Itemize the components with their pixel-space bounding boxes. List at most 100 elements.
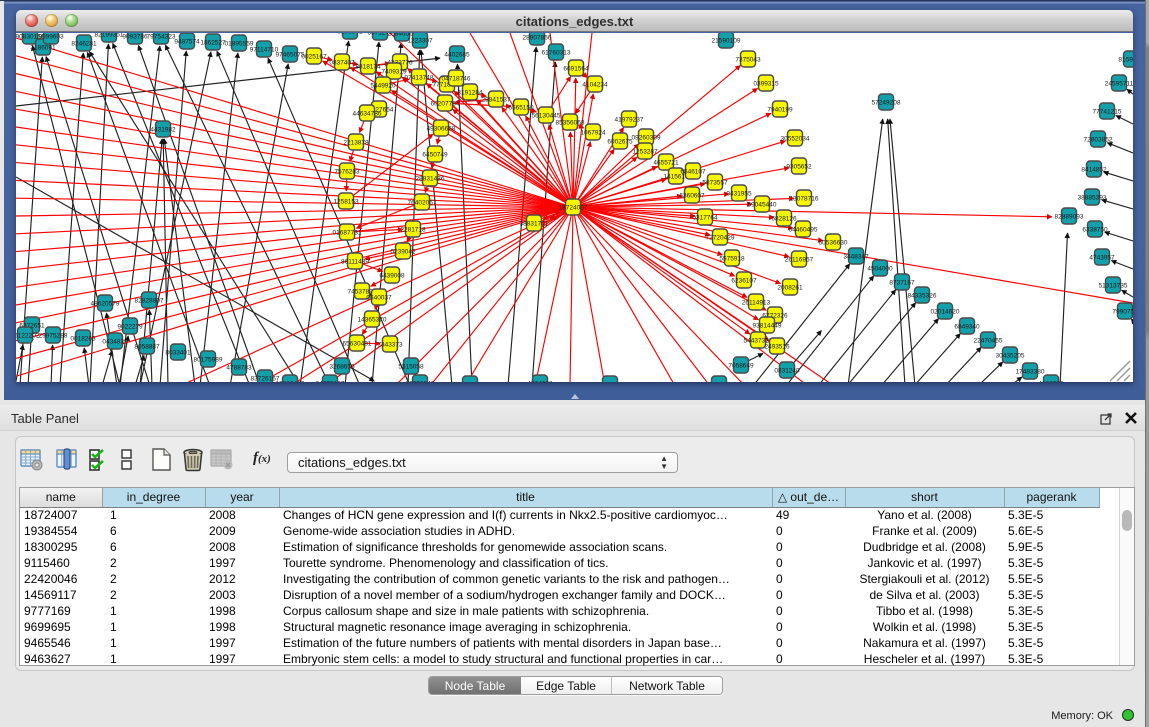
svg-text:72720429: 72720429 (706, 235, 735, 242)
svg-text:82199351: 82199351 (95, 33, 124, 39)
svg-text:21590109: 21590109 (712, 38, 741, 45)
svg-text:51402614: 51402614 (596, 382, 625, 383)
svg-text:0317764: 0317764 (692, 215, 718, 222)
svg-text:0837407: 0837407 (329, 60, 355, 67)
svg-text:38831701: 38831701 (520, 221, 549, 228)
svg-text:77741215: 77741215 (1093, 109, 1122, 116)
svg-text:29841537: 29841537 (482, 97, 511, 104)
svg-text:4743957: 4743957 (1089, 255, 1115, 262)
svg-text:7343373: 7343373 (377, 342, 403, 349)
svg-text:7940199: 7940199 (767, 107, 793, 114)
svg-text:6002675: 6002675 (607, 139, 633, 146)
svg-text:9093786: 9093786 (122, 34, 148, 41)
svg-text:1067924: 1067924 (580, 130, 606, 137)
svg-text:9305652: 9305652 (786, 164, 812, 171)
svg-text:9099603: 9099603 (38, 34, 64, 41)
svg-text:3186091: 3186091 (30, 45, 56, 52)
svg-text:1223307: 1223307 (407, 38, 433, 45)
svg-text:4126906: 4126906 (1038, 381, 1064, 383)
svg-text:1253287: 1253287 (632, 149, 658, 156)
svg-text:2281718: 2281718 (400, 227, 426, 234)
svg-text:26116957: 26116957 (785, 257, 814, 264)
svg-text:4788783: 4788783 (226, 365, 252, 372)
svg-text:4402685: 4402685 (444, 52, 470, 59)
svg-text:2213878: 2213878 (343, 140, 369, 147)
svg-text:97114710: 97114710 (250, 47, 279, 54)
svg-text:41979237: 41979237 (615, 117, 644, 124)
svg-text:82828807: 82828807 (135, 298, 164, 305)
svg-text:29975288: 29975288 (39, 333, 68, 340)
svg-text:65630481: 65630481 (343, 341, 372, 348)
svg-text:1258153: 1258153 (333, 199, 359, 206)
svg-text:13078716: 13078716 (790, 196, 819, 203)
svg-text:3448347: 3448347 (843, 254, 869, 261)
svg-text:7576283: 7576283 (334, 169, 360, 176)
svg-text:76402067: 76402067 (408, 200, 437, 207)
svg-text:1311440: 1311440 (458, 382, 483, 383)
svg-text:3191284: 3191284 (457, 90, 483, 97)
svg-text:48620579: 48620579 (91, 301, 120, 308)
svg-text:59045440: 59045440 (748, 202, 777, 209)
svg-text:14365370: 14365370 (358, 317, 387, 324)
svg-text:6546107: 6546107 (680, 169, 706, 176)
svg-text:09260309: 09260309 (632, 135, 661, 142)
svg-text:56130445: 56130445 (532, 113, 561, 120)
svg-text:85356068: 85356068 (556, 120, 585, 127)
svg-text:7058649: 7058649 (728, 363, 754, 370)
svg-text:1862527: 1862527 (200, 40, 226, 47)
svg-text:04718746: 04718746 (442, 76, 471, 83)
svg-text:13613412: 13613412 (276, 381, 305, 383)
svg-text:0640037: 0640037 (366, 295, 392, 302)
svg-text:5515058: 5515058 (398, 364, 424, 371)
svg-text:22470455: 22470455 (974, 338, 1003, 345)
svg-text:7375043: 7375043 (735, 57, 761, 64)
svg-text:24273167: 24273167 (316, 381, 345, 383)
svg-text:57249208: 57249208 (872, 100, 901, 107)
svg-text:9170342: 9170342 (337, 33, 363, 36)
svg-text:2008261: 2008261 (777, 285, 803, 292)
svg-text:5449920: 5449920 (370, 83, 396, 90)
svg-text:6450749: 6450749 (422, 152, 448, 159)
svg-text:6439008: 6439008 (379, 273, 405, 280)
svg-text:1419314: 1419314 (706, 382, 732, 383)
svg-text:8058887: 8058887 (134, 344, 160, 351)
svg-text:2493516: 2493516 (764, 344, 790, 351)
svg-text:30435205: 30435205 (996, 353, 1025, 360)
svg-text:9022279: 9022279 (117, 324, 143, 331)
svg-text:82889093: 82889093 (1055, 214, 1084, 221)
svg-text:8414852: 8414852 (1081, 167, 1107, 174)
svg-text:28831436: 28831436 (416, 176, 445, 183)
svg-text:6565150: 6565150 (508, 105, 534, 112)
svg-text:8033401: 8033401 (165, 350, 191, 357)
svg-text:6338750: 6338750 (1082, 227, 1108, 234)
svg-text:4104234: 4104234 (582, 82, 608, 89)
svg-text:80175989: 80175989 (194, 357, 223, 364)
svg-text:8818174: 8818174 (355, 64, 381, 71)
svg-text:9487574: 9487574 (174, 39, 200, 46)
svg-text:6691564: 6691564 (563, 66, 589, 73)
svg-text:76122202: 76122202 (16, 333, 40, 340)
svg-text:30552034: 30552034 (781, 136, 810, 143)
svg-text:8159013: 8159013 (1118, 57, 1133, 64)
svg-text:38885393: 38885393 (1078, 195, 1107, 202)
svg-text:17483380: 17483380 (1016, 369, 1045, 376)
svg-text:49306668: 49306668 (427, 126, 456, 133)
svg-text:6828126: 6828126 (771, 216, 797, 223)
svg-text:8737167: 8737167 (889, 280, 915, 287)
svg-text:6360607: 6360607 (679, 193, 705, 200)
svg-text:93814449: 93814449 (753, 323, 782, 330)
svg-text:84335326: 84335326 (908, 293, 937, 300)
svg-text:79754323: 79754323 (147, 34, 176, 41)
svg-text:0239042: 0239042 (390, 249, 416, 256)
svg-text:02014620: 02014620 (931, 309, 960, 316)
svg-text:4264628: 4264628 (527, 381, 553, 383)
svg-text:5575918: 5575918 (719, 256, 745, 263)
svg-text:7409319: 7409319 (381, 69, 407, 76)
svg-text:4431982: 4431982 (150, 127, 176, 134)
svg-text:28907866: 28907866 (523, 35, 552, 42)
svg-text:4504000: 4504000 (867, 266, 893, 273)
svg-text:6236107: 6236107 (731, 278, 757, 285)
svg-text:01687731: 01687731 (333, 230, 362, 237)
svg-text:44634786: 44634786 (353, 111, 382, 118)
svg-text:18724007: 18724007 (559, 205, 588, 212)
